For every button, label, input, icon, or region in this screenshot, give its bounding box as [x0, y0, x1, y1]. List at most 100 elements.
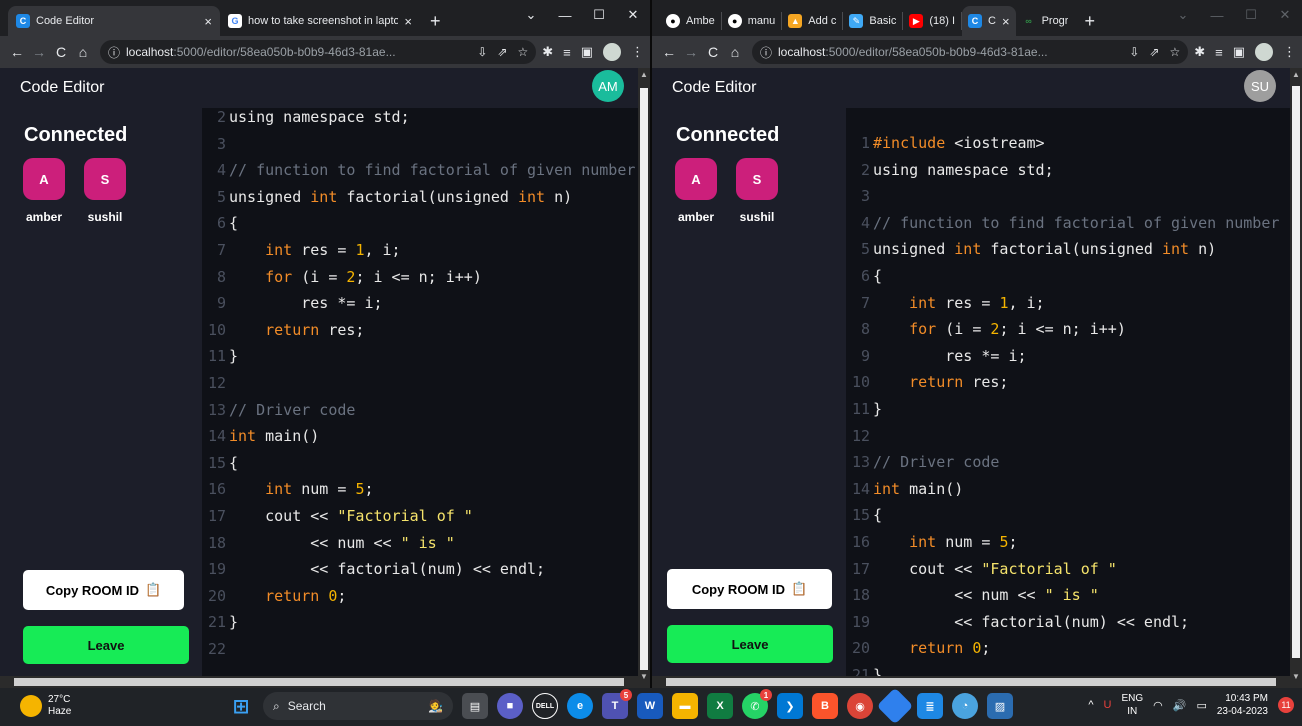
horizontal-scrollbar[interactable]: [0, 676, 638, 688]
photos-icon[interactable]: ▨: [987, 693, 1013, 719]
leave-button[interactable]: Leave: [667, 625, 833, 663]
user-avatar[interactable]: AM: [592, 70, 624, 102]
copy-room-id-button[interactable]: Copy ROOM ID 📋: [667, 569, 832, 609]
reading-list-icon[interactable]: ≡: [563, 45, 571, 60]
code-editor[interactable]: 1 #include <iostream> 2 using namespace std…: [846, 108, 1290, 688]
wifi-icon[interactable]: ◠: [1153, 699, 1163, 712]
scrollbar-thumb[interactable]: [14, 678, 624, 686]
leave-button[interactable]: Leave: [23, 626, 189, 664]
address-bar[interactable]: ⓘ localhost :5000/editor/58ea050b-b0b9-4…: [752, 40, 1189, 64]
side-panel-icon[interactable]: ▣: [581, 44, 593, 60]
install-app-icon[interactable]: ⇩: [1129, 45, 1139, 59]
back-arrow-icon[interactable]: ←: [658, 44, 680, 60]
reading-list-icon[interactable]: ≡: [1215, 45, 1223, 60]
notification-badge[interactable]: 11: [1278, 697, 1294, 713]
tab-program[interactable]: ∞ Progr: [1016, 12, 1075, 30]
notepad-icon[interactable]: ≣: [917, 693, 943, 719]
file-explorer-icon[interactable]: ▬: [672, 693, 698, 719]
tab-youtube[interactable]: ▶ (18) I: [903, 12, 963, 30]
tab-manu[interactable]: ● manu: [722, 12, 783, 30]
dell-icon[interactable]: DELL: [532, 693, 558, 719]
battery-icon[interactable]: ▭: [1196, 699, 1206, 712]
profile-avatar[interactable]: [1255, 43, 1273, 61]
tab-search-icon[interactable]: ⌄: [1166, 0, 1200, 30]
user-avatar[interactable]: SU: [1244, 70, 1276, 102]
scrollbar-thumb[interactable]: [1292, 86, 1300, 658]
scrollbar-thumb[interactable]: [640, 88, 648, 670]
vertical-scrollbar[interactable]: ▲ ▼: [638, 68, 650, 688]
back-arrow-icon[interactable]: ←: [6, 44, 28, 60]
mcafee-icon[interactable]: U: [1104, 699, 1112, 711]
share-icon[interactable]: ⇗: [1149, 45, 1159, 59]
windows-start-icon[interactable]: ⊞: [228, 693, 254, 719]
whatsapp-icon[interactable]: ✆ 1: [742, 689, 772, 719]
forward-arrow-icon[interactable]: →: [680, 44, 702, 60]
tab-search-icon[interactable]: ⌄: [514, 0, 548, 30]
chevron-up-icon[interactable]: ^: [1088, 699, 1093, 711]
chrome-icon[interactable]: ◉: [847, 693, 873, 719]
install-app-icon[interactable]: ⇩: [477, 45, 487, 59]
app-icon[interactable]: ◔: [952, 693, 978, 719]
teams-icon[interactable]: T5: [602, 689, 632, 719]
reload-icon[interactable]: C: [702, 44, 724, 60]
video-call-icon[interactable]: ■: [497, 693, 523, 719]
scroll-down-icon[interactable]: ▼: [638, 672, 650, 686]
scroll-up-icon[interactable]: ▲: [1290, 70, 1302, 84]
extensions-icon[interactable]: ✱: [1194, 44, 1205, 60]
taskbar-search[interactable]: ⌕ Search 🧑‍🎨: [263, 692, 453, 720]
line-number: 19: [207, 560, 226, 579]
brave-browser-icon[interactable]: B: [812, 693, 838, 719]
share-icon[interactable]: ⇗: [497, 45, 507, 59]
tab-close-icon[interactable]: ×: [404, 14, 412, 29]
minimize-icon[interactable]: —: [1200, 0, 1234, 30]
new-tab-button[interactable]: +: [1074, 6, 1105, 36]
code-line: 14 int main(): [202, 423, 638, 450]
word-icon[interactable]: W: [637, 693, 663, 719]
tab-label: Add c: [808, 15, 837, 27]
copy-room-id-button[interactable]: Copy ROOM ID 📋: [23, 570, 184, 610]
tab-amber[interactable]: ● Ambe: [660, 12, 722, 30]
vertical-scrollbar[interactable]: ▲ ▼: [1290, 68, 1302, 688]
volume-icon[interactable]: 🔊: [1173, 699, 1187, 712]
git-icon[interactable]: [876, 687, 914, 725]
profile-avatar[interactable]: [603, 43, 621, 61]
task-view-icon[interactable]: ▤: [462, 693, 488, 719]
maximize-icon[interactable]: ☐: [1234, 0, 1268, 30]
home-icon[interactable]: ⌂: [724, 44, 746, 60]
excel-icon[interactable]: X: [707, 693, 733, 719]
horizontal-scrollbar[interactable]: [652, 676, 1290, 688]
tab-close-icon[interactable]: ×: [1002, 14, 1010, 29]
bookmark-star-icon[interactable]: ☆: [517, 45, 528, 59]
menu-kebab-icon[interactable]: ⋮: [631, 44, 644, 60]
address-bar[interactable]: ⓘ localhost :5000/editor/58ea050b-b0b9-4…: [100, 40, 537, 64]
tab-google-search[interactable]: G how to take screenshot in laptop ×: [220, 6, 420, 36]
minimize-icon[interactable]: —: [548, 0, 582, 30]
site-info-icon[interactable]: ⓘ: [760, 44, 772, 61]
tab-code-editor[interactable]: C C ×: [962, 6, 1016, 36]
forward-arrow-icon[interactable]: →: [28, 44, 50, 60]
close-window-icon[interactable]: ✕: [616, 0, 650, 30]
scrollbar-thumb[interactable]: [666, 678, 1276, 686]
code-editor[interactable]: 2 using namespace std; 3 4// function to fi…: [202, 108, 638, 688]
site-info-icon[interactable]: ⓘ: [108, 44, 120, 61]
side-panel-icon[interactable]: ▣: [1233, 44, 1245, 60]
tab-add[interactable]: ▲ Add c: [782, 12, 844, 30]
language-indicator[interactable]: ENG IN: [1121, 692, 1143, 718]
bookmark-star-icon[interactable]: ☆: [1169, 45, 1180, 59]
maximize-icon[interactable]: ☐: [582, 0, 616, 30]
clock[interactable]: 10:43 PM 23-04-2023: [1217, 692, 1268, 718]
new-tab-button[interactable]: +: [420, 6, 451, 36]
reload-icon[interactable]: C: [50, 44, 72, 60]
vscode-icon[interactable]: ❯: [777, 693, 803, 719]
close-window-icon[interactable]: ✕: [1268, 0, 1302, 30]
tab-code-editor[interactable]: C Code Editor ×: [8, 6, 220, 36]
menu-kebab-icon[interactable]: ⋮: [1283, 44, 1296, 60]
edge-browser-icon[interactable]: e: [567, 693, 593, 719]
home-icon[interactable]: ⌂: [72, 44, 94, 60]
scroll-up-icon[interactable]: ▲: [638, 70, 650, 84]
extensions-icon[interactable]: ✱: [542, 44, 553, 60]
scroll-down-icon[interactable]: ▼: [1290, 672, 1302, 686]
weather-widget[interactable]: 27°C Haze: [20, 694, 71, 718]
tab-close-icon[interactable]: ×: [204, 14, 212, 29]
tab-basic[interactable]: ✎ Basic: [843, 12, 904, 30]
